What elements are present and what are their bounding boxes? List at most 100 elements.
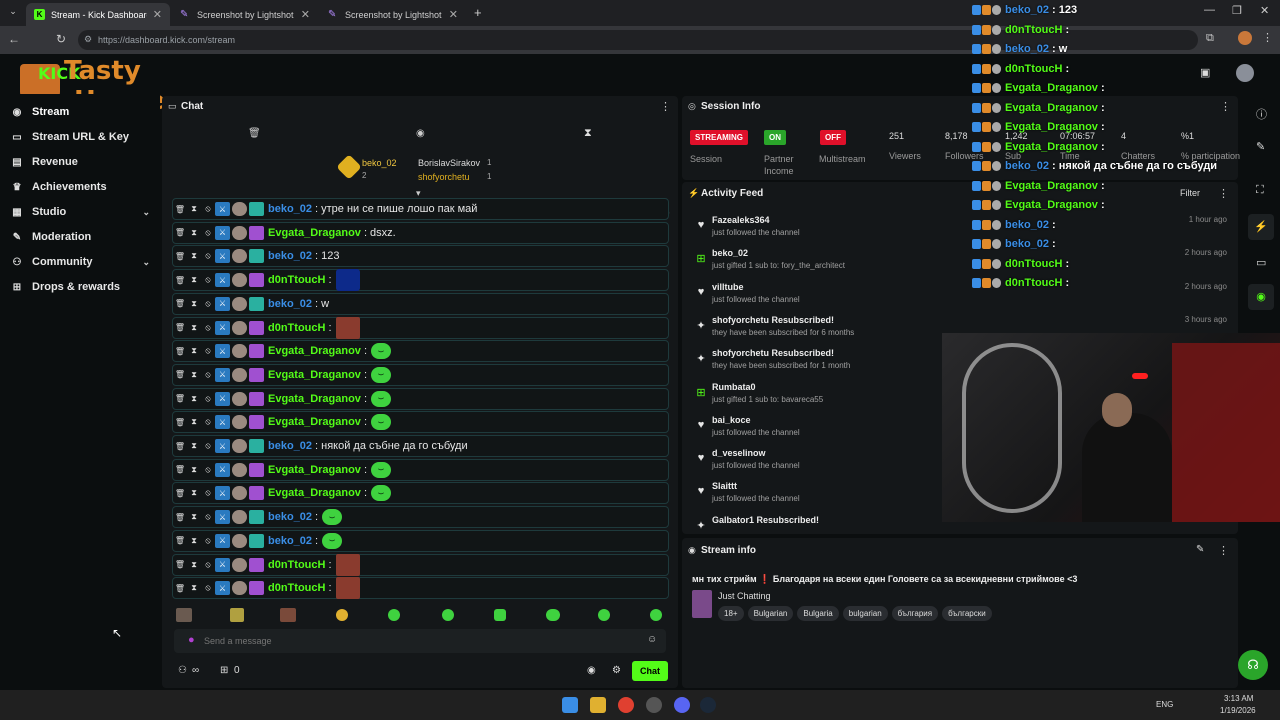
language-indicator[interactable]: ENG <box>1156 700 1173 709</box>
activity-menu-icon[interactable]: ⋮ <box>1218 187 1229 200</box>
chat-message-row[interactable]: 🗑 ⧗ ⦸ ⚔ Evgata_Draganov: dsxz. <box>172 221 669 244</box>
chat-username[interactable]: Evgata_Draganov <box>268 416 361 428</box>
expand-icon[interactable]: ⛶ <box>1256 184 1264 197</box>
multistream-toggle[interactable]: OFF <box>820 130 846 145</box>
timeout-icon[interactable]: ⧗ <box>187 228 201 238</box>
activity-feed-item[interactable]: ♥ villtube just followed the channel 2 hour… <box>690 282 1230 314</box>
activity-feed-item[interactable]: ♥ Fazealeks364 just followed the channel 1 … <box>690 215 1230 247</box>
stream-tag[interactable]: 18+ <box>718 606 744 621</box>
chat-username[interactable]: d0nTtoucH <box>268 274 325 286</box>
pencil-icon[interactable]: ✎ <box>1256 140 1265 153</box>
chat-message-row[interactable]: 🗑 ⧗ ⦸ ⚔ beko_02: ⌣ <box>172 529 669 552</box>
delete-icon[interactable]: 🗑 <box>173 418 187 427</box>
emote-thumb[interactable] <box>598 609 610 621</box>
chat-username[interactable]: Evgata_Draganov <box>268 345 361 357</box>
sidebar-item-stream[interactable]: ◉ Stream <box>10 106 150 118</box>
windows-start-icon[interactable] <box>562 697 578 713</box>
ban-icon[interactable]: ⦸ <box>201 323 215 333</box>
sidebar-item-community[interactable]: ⚇ Community ⌄ <box>10 256 150 268</box>
stream-tag[interactable]: българия <box>891 606 939 621</box>
delete-icon[interactable]: 🗑 <box>173 489 187 498</box>
steam-icon[interactable] <box>700 697 716 713</box>
sidebar-item-revenue[interactable]: ▤ Revenue <box>10 156 150 168</box>
speech-bubble-icon[interactable]: ◉ <box>416 128 425 139</box>
stream-tag[interactable]: Bulgaria <box>797 606 839 621</box>
chat-username[interactable]: d0nTtoucH <box>268 582 325 594</box>
activity-item-name[interactable]: Fazealeks364 <box>712 215 770 225</box>
sidebar-item-moderation[interactable]: ✎ Moderation <box>10 231 150 243</box>
chat-username[interactable]: beko_02 <box>268 203 312 215</box>
ban-icon[interactable]: ⦸ <box>201 370 215 380</box>
timeout-icon[interactable]: ⧗ <box>187 204 201 214</box>
timeout-icon[interactable]: ⧗ <box>187 417 201 427</box>
delete-icon[interactable]: 🗑 <box>173 584 187 593</box>
ban-icon[interactable]: ⦸ <box>201 394 215 404</box>
delete-icon[interactable]: 🗑 <box>173 394 187 403</box>
tab-close-icon[interactable]: ✕ <box>301 8 310 21</box>
chat-toggle-icon[interactable]: ◉ <box>1248 284 1274 310</box>
support-chat-icon[interactable]: ☊ <box>1238 650 1268 680</box>
chevron-down-icon[interactable]: ⌄ <box>142 207 150 218</box>
partner-income-toggle[interactable]: ON <box>764 130 786 145</box>
stream-tag[interactable]: български <box>942 606 992 621</box>
ban-icon[interactable]: ⦸ <box>201 299 215 309</box>
delete-icon[interactable]: 🗑 <box>173 276 187 285</box>
activity-feed-item[interactable]: ⊞ beko_02 just gifted 1 sub to: fory_the_a… <box>690 248 1230 280</box>
hourglass-icon[interactable]: ⧗ <box>584 127 592 140</box>
delete-icon[interactable]: 🗑 <box>173 228 187 237</box>
emote-thumb[interactable] <box>442 609 454 621</box>
site-info-icon[interactable]: ⚙ <box>84 34 92 45</box>
message-input-box[interactable]: ● ☺ <box>174 629 666 653</box>
emote-thumb[interactable] <box>388 609 400 621</box>
sidebar-item-stream-url[interactable]: ▭ Stream URL & Key <box>10 131 150 143</box>
ban-icon[interactable]: ⦸ <box>201 536 215 546</box>
activity-item-name[interactable]: shofyorchetu Resubscribed! <box>712 315 834 325</box>
timeout-icon[interactable]: ⧗ <box>187 299 201 309</box>
chat-message-row[interactable]: 🗑 ⧗ ⦸ ⚔ d0nTtoucH: <box>172 553 669 576</box>
chat-menu-icon[interactable]: ⋮ <box>660 100 671 113</box>
emote-thumb[interactable] <box>494 609 506 621</box>
chat-message-row[interactable]: 🗑 ⧗ ⦸ ⚔ beko_02: някой да събне да го събуди <box>172 435 669 457</box>
emote-thumb[interactable] <box>230 608 244 622</box>
category-thumbnail[interactable] <box>692 590 712 618</box>
chat-message-row[interactable]: 🗑 ⧗ ⦸ ⚔ beko_02: утре ни се пише лошо пак ма… <box>172 198 669 220</box>
ban-icon[interactable]: ⦸ <box>201 583 215 593</box>
clock-date[interactable]: 1/19/2026 <box>1220 706 1256 715</box>
sidebar-item-studio[interactable]: ▦ Studio ⌄ <box>10 206 150 218</box>
profile-avatar[interactable] <box>1238 31 1252 45</box>
chat-message-row[interactable]: 🗑 ⧗ ⦸ ⚔ Evgata_Draganov: ⌣ <box>172 482 669 505</box>
chat-username[interactable]: beko_02 <box>268 298 312 310</box>
reload-icon[interactable]: ↻ <box>56 32 66 46</box>
ban-icon[interactable]: ⦸ <box>201 346 215 356</box>
delete-icon[interactable]: 🗑 <box>173 347 187 356</box>
chat-username[interactable]: Evgata_Draganov <box>268 393 361 405</box>
activity-item-name[interactable]: bai_koce <box>712 415 751 425</box>
timeout-icon[interactable]: ⧗ <box>187 536 201 546</box>
tab-lightshot-1[interactable]: ✎ Screenshot by Lightshot ✕ <box>172 3 318 26</box>
sidebar-item-drops-rewards[interactable]: ⊞ Drops & rewards <box>10 281 150 293</box>
emote-thumb[interactable] <box>176 608 192 622</box>
timeout-icon[interactable]: ⧗ <box>187 323 201 333</box>
chat-message-row[interactable]: 🗑 ⧗ ⦸ ⚔ d0nTtoucH: <box>172 316 669 339</box>
timeout-icon[interactable]: ⧗ <box>187 512 201 522</box>
clipboard-icon[interactable]: ▭ <box>1256 256 1266 269</box>
maximize-icon[interactable]: ❐ <box>1232 4 1242 17</box>
timeout-icon[interactable]: ⧗ <box>187 583 201 593</box>
ban-icon[interactable]: ⦸ <box>201 228 215 238</box>
clock-time[interactable]: 3:13 AM <box>1224 694 1253 703</box>
chrome-icon[interactable] <box>618 697 634 713</box>
send-chat-button[interactable]: Chat <box>632 661 668 681</box>
tab-close-icon[interactable]: ✕ <box>449 8 458 21</box>
chat-bubble-icon[interactable]: ◉ <box>587 665 596 676</box>
delete-icon[interactable]: 🗑 <box>173 205 187 214</box>
tab-lightshot-2[interactable]: ✎ Screenshot by Lightshot ✕ <box>320 3 466 26</box>
timeout-icon[interactable]: ⧗ <box>187 465 201 475</box>
emoji-picker-icon[interactable]: ☺ <box>647 634 657 645</box>
timeout-icon[interactable]: ⧗ <box>187 251 201 261</box>
close-window-icon[interactable]: ✕ <box>1260 4 1269 17</box>
minimize-icon[interactable]: — <box>1204 4 1215 16</box>
chat-message-row[interactable]: 🗑 ⧗ ⦸ ⚔ Evgata_Draganov: ⌣ <box>172 363 669 386</box>
chat-username[interactable]: Evgata_Draganov <box>268 369 361 381</box>
message-input[interactable] <box>204 631 634 651</box>
delete-icon[interactable]: 🗑 <box>173 465 187 474</box>
